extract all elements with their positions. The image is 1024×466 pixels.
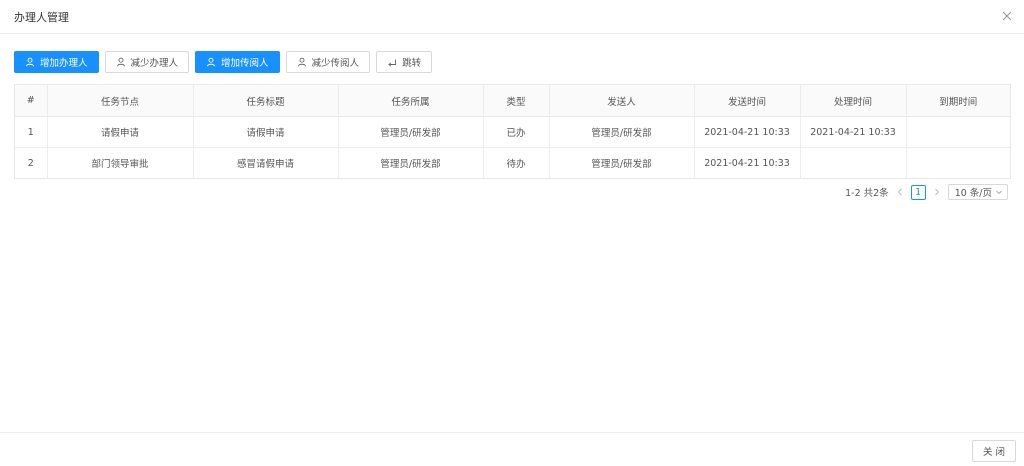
jump-label: 跳转 <box>402 58 422 69</box>
column-header-task-owner: 任务所属 <box>338 85 484 117</box>
cell-send-time: 2021-04-21 10:33 <box>694 116 801 148</box>
chevron-left-icon[interactable] <box>895 187 905 197</box>
table-row[interactable]: 2 部门领导审批 感冒请假申请 管理员/研发部 待办 管理员/研发部 2021-… <box>15 147 1010 179</box>
cell-task-node: 请假申请 <box>47 116 194 148</box>
modal-title: 办理人管理 <box>14 11 69 24</box>
remove-handler-label: 减少办理人 <box>130 58 179 69</box>
chevron-down-icon <box>995 188 1003 196</box>
cell-task-owner: 管理员/研发部 <box>338 147 484 178</box>
user-icon <box>297 57 307 67</box>
handler-management-modal: 办理人管理 增加办理人 减少办理人 增加传阅人 减少传阅人 跳转 # 任务节点 … <box>0 0 1024 466</box>
column-header-index: # <box>15 85 48 117</box>
column-header-sender: 发送人 <box>549 85 695 117</box>
table-header-row: # 任务节点 任务标题 任务所属 类型 发送人 发送时间 处理时间 到期时间 <box>15 85 1010 117</box>
cell-task-title: 感冒请假申请 <box>193 147 339 178</box>
user-icon <box>206 57 216 67</box>
modal-header: 办理人管理 <box>0 0 1024 34</box>
cell-task-title: 请假申请 <box>193 116 339 148</box>
remove-handler-button[interactable]: 减少办理人 <box>104 51 190 73</box>
cell-due-time <box>906 148 1010 179</box>
chevron-right-icon[interactable] <box>932 187 942 197</box>
page-size-select[interactable]: 10 条/页 <box>947 184 1008 200</box>
column-header-process-time: 处理时间 <box>800 85 907 117</box>
cell-sender: 管理员/研发部 <box>549 147 695 178</box>
column-header-due-time: 到期时间 <box>906 85 1010 117</box>
pagination-page-1[interactable]: 1 <box>910 184 926 200</box>
column-header-task-title: 任务标题 <box>193 85 339 117</box>
add-reader-label: 增加传阅人 <box>221 58 269 69</box>
cell-process-time <box>800 147 907 178</box>
cell-due-time <box>906 116 1010 148</box>
close-button[interactable]: 关 闭 <box>971 440 1016 462</box>
remove-reader-label: 减少传阅人 <box>311 58 360 69</box>
add-reader-button[interactable]: 增加传阅人 <box>195 51 280 73</box>
column-header-task-node: 任务节点 <box>47 85 194 117</box>
add-handler-button[interactable]: 增加办理人 <box>14 51 99 73</box>
cell-send-time: 2021-04-21 10:33 <box>694 147 801 178</box>
jump-button[interactable]: 跳转 <box>376 51 433 73</box>
return-icon <box>387 57 397 67</box>
cell-type: 已办 <box>483 116 550 148</box>
task-table: # 任务节点 任务标题 任务所属 类型 发送人 发送时间 处理时间 到期时间 1… <box>14 84 1011 179</box>
cell-task-owner: 管理员/研发部 <box>338 116 484 148</box>
pagination-total: 1-2 共2条 <box>845 188 889 199</box>
column-header-type: 类型 <box>483 85 550 117</box>
page-size-value: 10 条/页 <box>954 188 992 199</box>
cell-type: 待办 <box>483 147 550 178</box>
cell-index: 1 <box>15 116 48 148</box>
close-icon[interactable] <box>1000 8 1014 22</box>
user-icon <box>25 57 35 67</box>
cell-task-node: 部门领导审批 <box>47 147 194 178</box>
modal-footer: 关 闭 <box>0 432 1024 466</box>
toolbar: 增加办理人 减少办理人 增加传阅人 减少传阅人 跳转 <box>14 51 433 73</box>
remove-reader-button[interactable]: 减少传阅人 <box>285 51 371 73</box>
user-icon <box>116 57 126 67</box>
add-handler-label: 增加办理人 <box>40 58 88 69</box>
table-row[interactable]: 1 请假申请 请假申请 管理员/研发部 已办 管理员/研发部 2021-04-2… <box>15 116 1010 148</box>
cell-index: 2 <box>15 147 48 178</box>
cell-sender: 管理员/研发部 <box>549 116 695 148</box>
cell-process-time: 2021-04-21 10:33 <box>800 116 907 148</box>
column-header-send-time: 发送时间 <box>694 85 801 117</box>
pagination: 1-2 共2条 1 10 条/页 <box>845 184 1008 200</box>
